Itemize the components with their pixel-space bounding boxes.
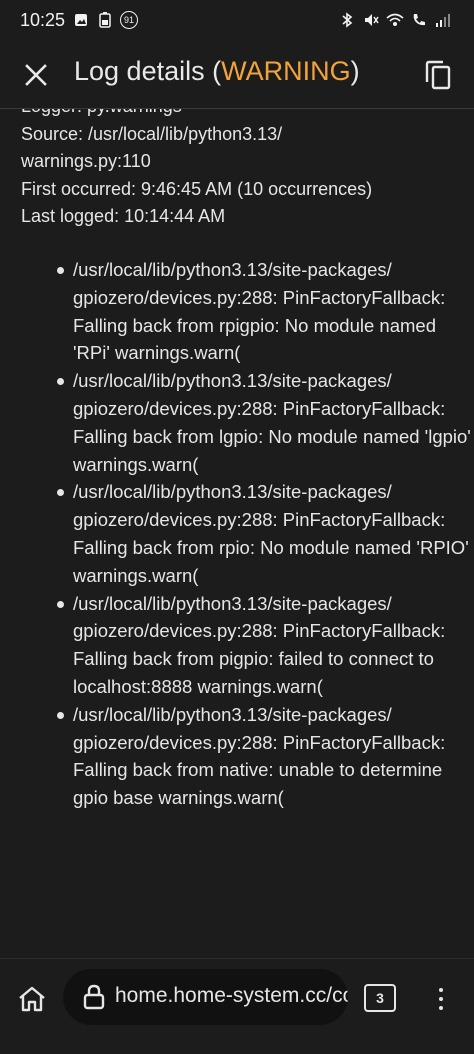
log-meta: Logger: py.warnings Source: /usr/local/l… bbox=[21, 109, 461, 231]
log-message-list: /usr/local/lib/python3.13/site-packages/… bbox=[21, 256, 471, 812]
home-icon bbox=[19, 986, 45, 1012]
tab-switcher-button[interactable]: 3 bbox=[364, 984, 396, 1012]
bullet-icon bbox=[57, 267, 64, 274]
log-message-item: /usr/local/lib/python3.13/site-packages/… bbox=[21, 367, 471, 478]
log-message-item: /usr/local/lib/python3.13/site-packages/… bbox=[21, 701, 471, 812]
log-message-text: /usr/local/lib/python3.13/site-packages/… bbox=[73, 259, 446, 364]
log-content[interactable]: Logger: py.warnings Source: /usr/local/l… bbox=[0, 109, 474, 958]
log-message-text: /usr/local/lib/python3.13/site-packages/… bbox=[73, 592, 446, 697]
home-button[interactable] bbox=[12, 979, 52, 1019]
log-message-item: /usr/local/lib/python3.13/site-packages/… bbox=[21, 478, 471, 589]
status-right-icons bbox=[338, 11, 452, 29]
address-bar[interactable]: home.home-system.cc/co bbox=[63, 969, 348, 1025]
copy-icon bbox=[425, 60, 451, 90]
image-icon bbox=[72, 11, 90, 29]
copy-button[interactable] bbox=[418, 55, 458, 95]
battery-saver-icon bbox=[96, 11, 114, 29]
log-message-text: /usr/local/lib/python3.13/site-packages/… bbox=[73, 370, 471, 475]
bullet-icon bbox=[57, 711, 64, 719]
dialog-title: Log details (WARNING) bbox=[74, 56, 360, 87]
signal-icon bbox=[434, 11, 452, 29]
log-message-item: /usr/local/lib/python3.13/site-packages/… bbox=[21, 256, 471, 367]
dialog-header: Log details (WARNING) bbox=[0, 42, 474, 109]
more-dot-icon bbox=[439, 997, 443, 1001]
source-line-2: warnings.py:110 bbox=[21, 151, 151, 171]
status-left-icons: 91 bbox=[72, 11, 138, 29]
close-button[interactable] bbox=[18, 57, 54, 93]
bullet-icon bbox=[57, 489, 64, 497]
notification-count-icon: 91 bbox=[120, 11, 138, 29]
bullet-icon bbox=[57, 600, 64, 608]
log-message-item: /usr/local/lib/python3.13/site-packages/… bbox=[21, 590, 471, 701]
close-icon bbox=[25, 64, 47, 86]
more-dot-icon bbox=[439, 988, 443, 992]
logger-line: Logger: py.warnings bbox=[21, 109, 461, 121]
last-logged-line: Last logged: 10:14:44 AM bbox=[21, 206, 226, 226]
more-menu-button[interactable] bbox=[428, 981, 454, 1017]
url-text: home.home-system.cc/co bbox=[115, 984, 348, 1007]
status-time: 10:25 bbox=[20, 10, 66, 30]
wifi-call-icon bbox=[386, 11, 404, 29]
call-icon bbox=[410, 11, 428, 29]
log-message-text: /usr/local/lib/python3.13/site-packages/… bbox=[73, 703, 446, 809]
source-line-1: Source: /usr/local/lib/python3.13/ bbox=[21, 123, 283, 144]
first-occurred-line: First occurred: 9:46:45 AM (10 occurrenc… bbox=[21, 178, 373, 199]
more-dot-icon bbox=[439, 1006, 443, 1010]
lock-icon bbox=[83, 984, 105, 1010]
bluetooth-icon bbox=[338, 11, 356, 29]
severity-label: WARNING bbox=[221, 56, 351, 86]
status-bar: 10:25 91 bbox=[0, 0, 474, 42]
title-suffix: ) bbox=[350, 56, 360, 86]
log-message-text: /usr/local/lib/python3.13/site-packages/… bbox=[73, 481, 469, 586]
bullet-icon bbox=[57, 378, 64, 386]
mute-icon bbox=[362, 11, 380, 29]
title-prefix: Log details ( bbox=[74, 56, 222, 86]
browser-toolbar: home.home-system.cc/co 3 bbox=[0, 958, 474, 1054]
